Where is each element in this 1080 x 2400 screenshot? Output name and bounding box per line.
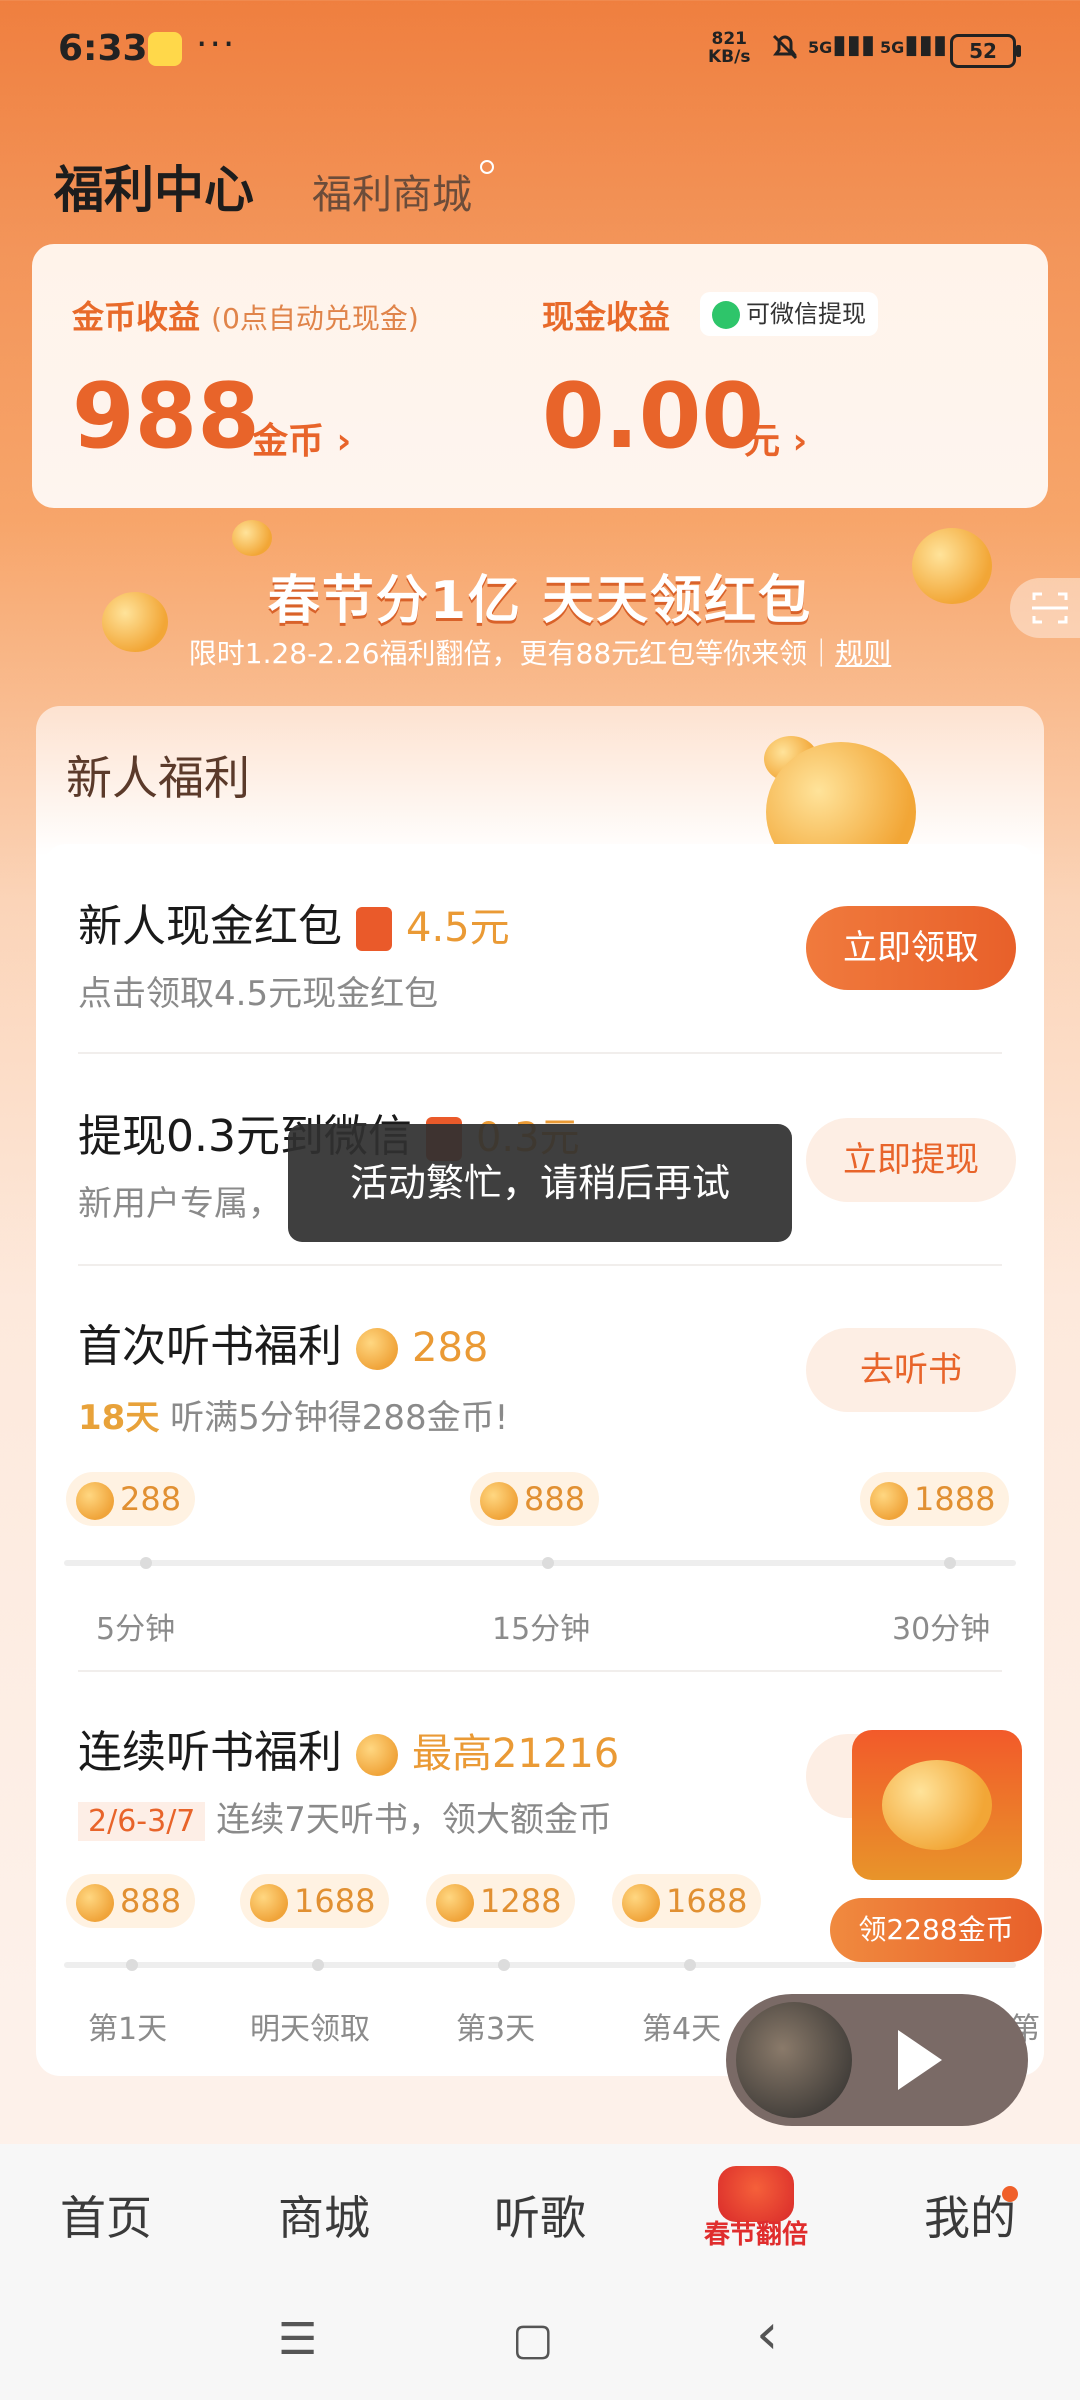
date-range-badge: 2/6-3/7 <box>78 1802 206 1841</box>
status-bar: 6:33 ··· 821 KB/s 5G▮▮▮ 5G▮▮▮ 52 <box>0 0 1080 100</box>
day-label: 明天领取 <box>250 2012 370 2047</box>
progress-track <box>64 1560 1016 1566</box>
play-icon[interactable] <box>898 2030 942 2090</box>
coin-icon <box>76 1482 114 1520</box>
task-desc: 18天 听满5分钟得288金币! <box>78 1398 509 1438</box>
task-title: 连续听书福利 最高21216 <box>78 1727 620 1778</box>
nav-spring-label: 春节翻倍 <box>703 2220 808 2250</box>
day-pill: 1688 <box>240 1874 390 1928</box>
coin-earnings-value[interactable]: 988 <box>72 364 260 469</box>
day-pill: 1688 <box>612 1874 762 1928</box>
nav-home[interactable]: 首页 <box>6 2182 206 2248</box>
day-pill: 888 <box>66 1874 196 1928</box>
day-pill: 1288 <box>426 1874 576 1928</box>
day-label: 第4天 <box>642 2012 722 2047</box>
coin-pile-icon <box>882 1760 992 1850</box>
red-packet-icon <box>356 907 392 951</box>
notification-dot <box>1002 2186 1018 2202</box>
progress-dot <box>542 1557 554 1569</box>
coin-icon <box>356 1328 398 1370</box>
milestone-label: 15分钟 <box>492 1612 591 1647</box>
claim-coins-button[interactable]: 领2288金币 <box>830 1898 1042 1962</box>
tab-welfare-mall[interactable]: 福利商城 <box>312 162 472 220</box>
divider <box>78 1052 1002 1054</box>
tab-welfare-center[interactable]: 福利中心 <box>54 150 254 222</box>
earnings-card: 金币收益 (0点自动兑现金) 988 金币 › 现金收益 可微信提现 0.00 … <box>32 244 1048 508</box>
task-title: 新人现金红包 4.5元 <box>78 901 510 952</box>
task-desc: 2/6-3/7 连续7天听书，领大额金币 <box>78 1792 612 1841</box>
listen-book-button[interactable]: 去听书 <box>806 1328 1016 1412</box>
milestone-pill: 1888 <box>860 1472 1010 1526</box>
task-desc: 新用户专属， <box>78 1184 282 1224</box>
signal-5g-icon-1: 5G▮▮▮ <box>808 30 876 60</box>
nav-spring-festival[interactable]: 春节翻倍 <box>690 2166 822 2256</box>
divider <box>78 1264 1002 1266</box>
milestone-pill: 888 <box>470 1472 600 1526</box>
coin-decoration-icon <box>232 520 272 556</box>
wechat-withdraw-badge: 可微信提现 <box>700 292 878 336</box>
progress-dot <box>684 1959 696 1971</box>
battery-icon: 52 <box>950 34 1021 68</box>
toast-message: 活动繁忙，请稍后再试 <box>288 1124 792 1242</box>
signal-5g-icon-2: 5G▮▮▮ <box>880 30 948 60</box>
app-notification-icon <box>148 32 182 66</box>
treasure-chest-icon[interactable] <box>852 1730 1022 1880</box>
coin-icon <box>356 1734 398 1776</box>
spring-festival-banner[interactable]: 春节分1亿 天天领红包 限时1.28-2.26福利翻倍，更有88元红包等你来领｜… <box>32 520 1048 700</box>
milestone-pill: 288 <box>66 1472 196 1526</box>
book-cover-image[interactable] <box>736 2002 852 2118</box>
progress-dot <box>498 1959 510 1971</box>
coin-icon <box>480 1482 518 1520</box>
day-label: 第1天 <box>88 2012 168 2047</box>
claim-now-button[interactable]: 立即领取 <box>806 906 1016 990</box>
wechat-icon <box>712 301 740 329</box>
back-icon[interactable]: ‹ <box>756 2302 778 2367</box>
withdraw-now-button[interactable]: 立即提现 <box>806 1118 1016 1202</box>
progress-dot <box>312 1959 324 1971</box>
coin-icon <box>622 1884 660 1922</box>
coin-earnings-unit[interactable]: 金币 › <box>252 412 351 464</box>
progress-dot <box>140 1557 152 1569</box>
progress-dot <box>126 1959 138 1971</box>
banner-title: 春节分1亿 天天领红包 <box>267 571 813 631</box>
home-icon[interactable]: ▢ <box>512 2314 554 2365</box>
day-label: 第3天 <box>456 2012 536 2047</box>
menu-icon[interactable]: ☰ <box>278 2314 317 2365</box>
cash-earnings-value[interactable]: 0.00 <box>542 364 764 469</box>
coin-icon <box>76 1884 114 1922</box>
progress-dot <box>944 1557 956 1569</box>
mini-player[interactable] <box>726 1994 1028 2126</box>
coin-icon <box>250 1884 288 1922</box>
banner-subtitle: 限时1.28-2.26福利翻倍，更有88元红包等你来领｜规则 <box>188 637 892 670</box>
cash-earnings-label: 现金收益 <box>542 298 671 336</box>
rules-link[interactable]: 规则 <box>835 637 891 670</box>
milestone-label: 30分钟 <box>892 1612 991 1647</box>
nav-mall[interactable]: 商城 <box>224 2182 424 2248</box>
scan-icon[interactable] <box>1010 578 1080 638</box>
coin-icon <box>870 1482 908 1520</box>
nav-music[interactable]: 听歌 <box>440 2182 640 2248</box>
coin-icon <box>436 1884 474 1922</box>
tab-new-dot <box>480 160 494 174</box>
divider <box>78 1670 1002 1672</box>
task-list: 新人现金红包 4.5元 点击领取4.5元现金红包 立即领取 提现0.3元到微信 … <box>44 844 1040 2064</box>
bottom-nav: 首页 商城 听歌 春节翻倍 我的 ☰ ▢ ‹ <box>0 2144 1080 2400</box>
newcomer-title: 新人福利 <box>66 751 250 805</box>
task-desc: 点击领取4.5元现金红包 <box>78 974 439 1014</box>
status-time: 6:33 <box>58 28 148 69</box>
task-title: 首次听书福利 288 <box>78 1321 489 1372</box>
coin-earnings-label: 金币收益 (0点自动兑现金) <box>72 298 419 336</box>
milestone-label: 5分钟 <box>96 1612 176 1647</box>
cash-earnings-unit[interactable]: 元 › <box>744 412 807 464</box>
network-speed: 821 KB/s <box>708 29 751 67</box>
nav-mine[interactable]: 我的 <box>870 2182 1070 2248</box>
more-notifications-icon: ··· <box>196 24 237 65</box>
mute-bell-icon <box>772 34 798 60</box>
progress-track <box>64 1962 1016 1968</box>
